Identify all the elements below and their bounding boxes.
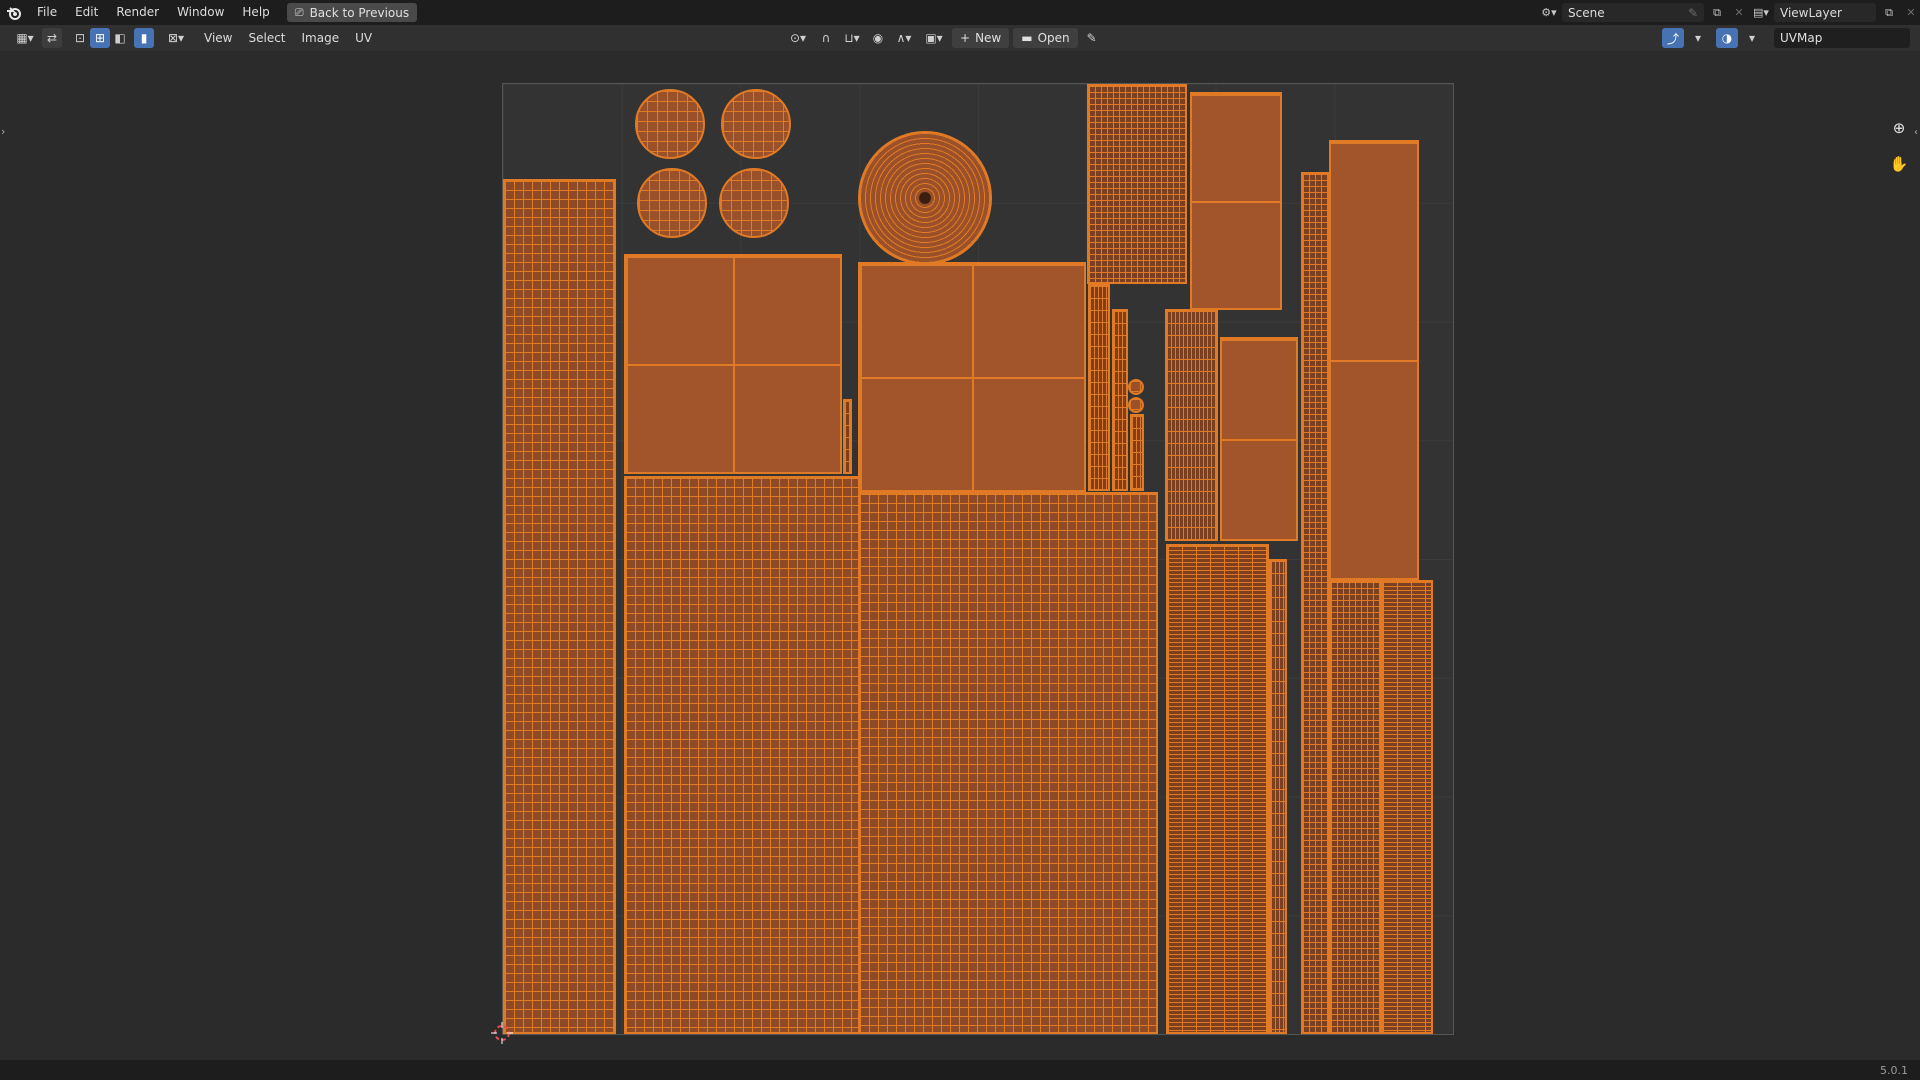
menu-help[interactable]: Help [233,0,278,25]
delete-view-layer-icon[interactable]: ✕ [1902,4,1920,22]
uv-island-cap-3 [637,168,707,238]
gizmo-icon[interactable]: ⤴ [1662,28,1684,48]
uv-island-sliver-a [843,399,852,474]
uv-island-disc [858,131,992,265]
uv-island-right-dense-b [1381,580,1433,1034]
toolbar-expand-icon[interactable]: › [1,125,5,138]
scene-name: Scene [1568,5,1605,20]
face-select-icon[interactable]: ◧ [110,28,130,48]
uv-island-vstrip-b [1112,309,1128,491]
uv-space-bounds [502,83,1454,1035]
pivot-point-icon[interactable]: ⊙▾ [784,28,812,48]
uv-island-top-dense [1087,84,1187,284]
scene-icon[interactable]: ⚙▾ [1540,4,1558,22]
menu-window[interactable]: Window [168,0,233,25]
uv-island-cap-2 [721,89,791,159]
uv-island-right-dense-a [1329,580,1381,1034]
proportional-editing-icon[interactable]: ◉ [868,28,888,48]
navigation-gizmo: ⊕ ✋ [1886,115,1912,177]
plus-icon: + [960,31,971,45]
version-label: 5.0.1 [1880,1063,1908,1077]
menu-view[interactable]: View [196,25,240,51]
menu-select[interactable]: Select [240,25,293,51]
new-image-button[interactable]: + New [952,28,1010,48]
delete-scene-icon[interactable]: ✕ [1730,4,1748,22]
uv-island-bottom-b [858,492,1158,1034]
2d-cursor-icon[interactable] [491,1022,513,1044]
back-to-previous-button[interactable]: ⎚ Back to Previous [286,3,418,22]
uv-island-vstrip-c [1130,414,1144,491]
gizmo-dropdown-icon[interactable]: ▾ [1688,28,1708,48]
uv-island-panel-a [624,254,842,474]
open-image-label: Open [1037,31,1070,45]
uv-island-panel-d [1220,337,1298,541]
uv-island-bottom-a [624,476,860,1034]
top-bar: File Edit Render Window Help ⎚ Back to P… [0,0,1920,25]
uv-island-hstripe-a [1166,544,1269,1034]
edge-select-icon[interactable]: ⊞ [90,28,110,48]
header-right-tools: ⤴ ▾ ◑ ▾ UVMap [1662,28,1910,48]
open-image-button[interactable]: ▬ Open [1013,28,1078,48]
uv-island-small-cap-2 [1128,397,1144,413]
snap-icon[interactable]: ∩ [816,28,836,48]
uv-island-panel-e [1329,140,1419,580]
uv-island-panel-c [1190,92,1282,310]
uv-island-vstrip-d [1165,309,1218,541]
uv-island-panel-b [858,262,1086,492]
uv-sync-selection-icon[interactable]: ⇄ [42,28,62,48]
zoom-icon[interactable]: ⊕ [1886,115,1912,141]
view-layer-name: ViewLayer [1780,5,1842,20]
uv-island-vstrip-e [1269,559,1287,1034]
pin-icon[interactable]: ✎ [1688,6,1698,20]
snap-target-icon[interactable]: ⊔▾ [840,28,864,48]
top-right-controls: ⚙▾ Scene ✎ ⧉ ✕ ▤▾ ViewLayer ⧉ ✕ [1540,0,1920,25]
uv-island-left-strip [503,179,616,1034]
uv-island-right-thin [1301,172,1329,1034]
hand-pan-icon[interactable]: ✋ [1886,151,1912,177]
sticky-select-mode-icon[interactable]: ⊠▾ [162,28,190,48]
uv-island-cap-1 [635,89,705,159]
image-browse-icon[interactable]: ▣▾ [920,28,948,48]
sidebar-expand-icon[interactable]: ‹ [1914,127,1918,138]
pin-image-icon[interactable]: ✎ [1082,28,1102,48]
menu-uv[interactable]: UV [347,25,380,51]
new-view-layer-icon[interactable]: ⧉ [1880,4,1898,22]
uv-island-cap-4 [719,168,789,238]
scene-selector[interactable]: Scene ✎ [1562,3,1704,22]
uv-map-name: UVMap [1780,31,1823,45]
new-scene-icon[interactable]: ⧉ [1708,4,1726,22]
overlay-dropdown-icon[interactable]: ▾ [1742,28,1762,48]
menu-file[interactable]: File [28,0,66,25]
vertex-select-icon[interactable]: ⊡ [70,28,90,48]
header-center-tools: ⊙▾ ∩ ⊔▾ ◉ ∧▾ ▣▾ + New ▬ Open ✎ [784,28,1102,48]
uv-island-small-cap-1 [1128,379,1144,395]
menu-render[interactable]: Render [107,0,168,25]
back-to-previous-label: Back to Previous [309,5,410,20]
back-icon: ⎚ [294,5,304,19]
island-select-icon[interactable]: ▮ [134,28,154,48]
overlay-icon[interactable]: ◑ [1716,28,1738,48]
uv-editor-header: ▦▾ ⇄ ⊡ ⊞ ◧ ▮ ⊠▾ View Select Image UV ⊙▾ … [0,25,1920,51]
status-bar: 5.0.1 [0,1060,1920,1080]
falloff-icon[interactable]: ∧▾ [892,28,916,48]
new-image-label: New [975,31,1002,45]
view-layer-selector[interactable]: ViewLayer [1774,3,1876,22]
uv-map-selector[interactable]: UVMap [1774,28,1910,48]
menu-edit[interactable]: Edit [66,0,107,25]
blender-logo-icon[interactable] [0,0,28,25]
view-layer-icon[interactable]: ▤▾ [1752,4,1770,22]
uv-island-vstrip-a [1088,284,1110,491]
menu-image[interactable]: Image [294,25,348,51]
folder-icon: ▬ [1021,31,1033,45]
uv-editor-icon[interactable]: ▦▾ [10,28,40,48]
